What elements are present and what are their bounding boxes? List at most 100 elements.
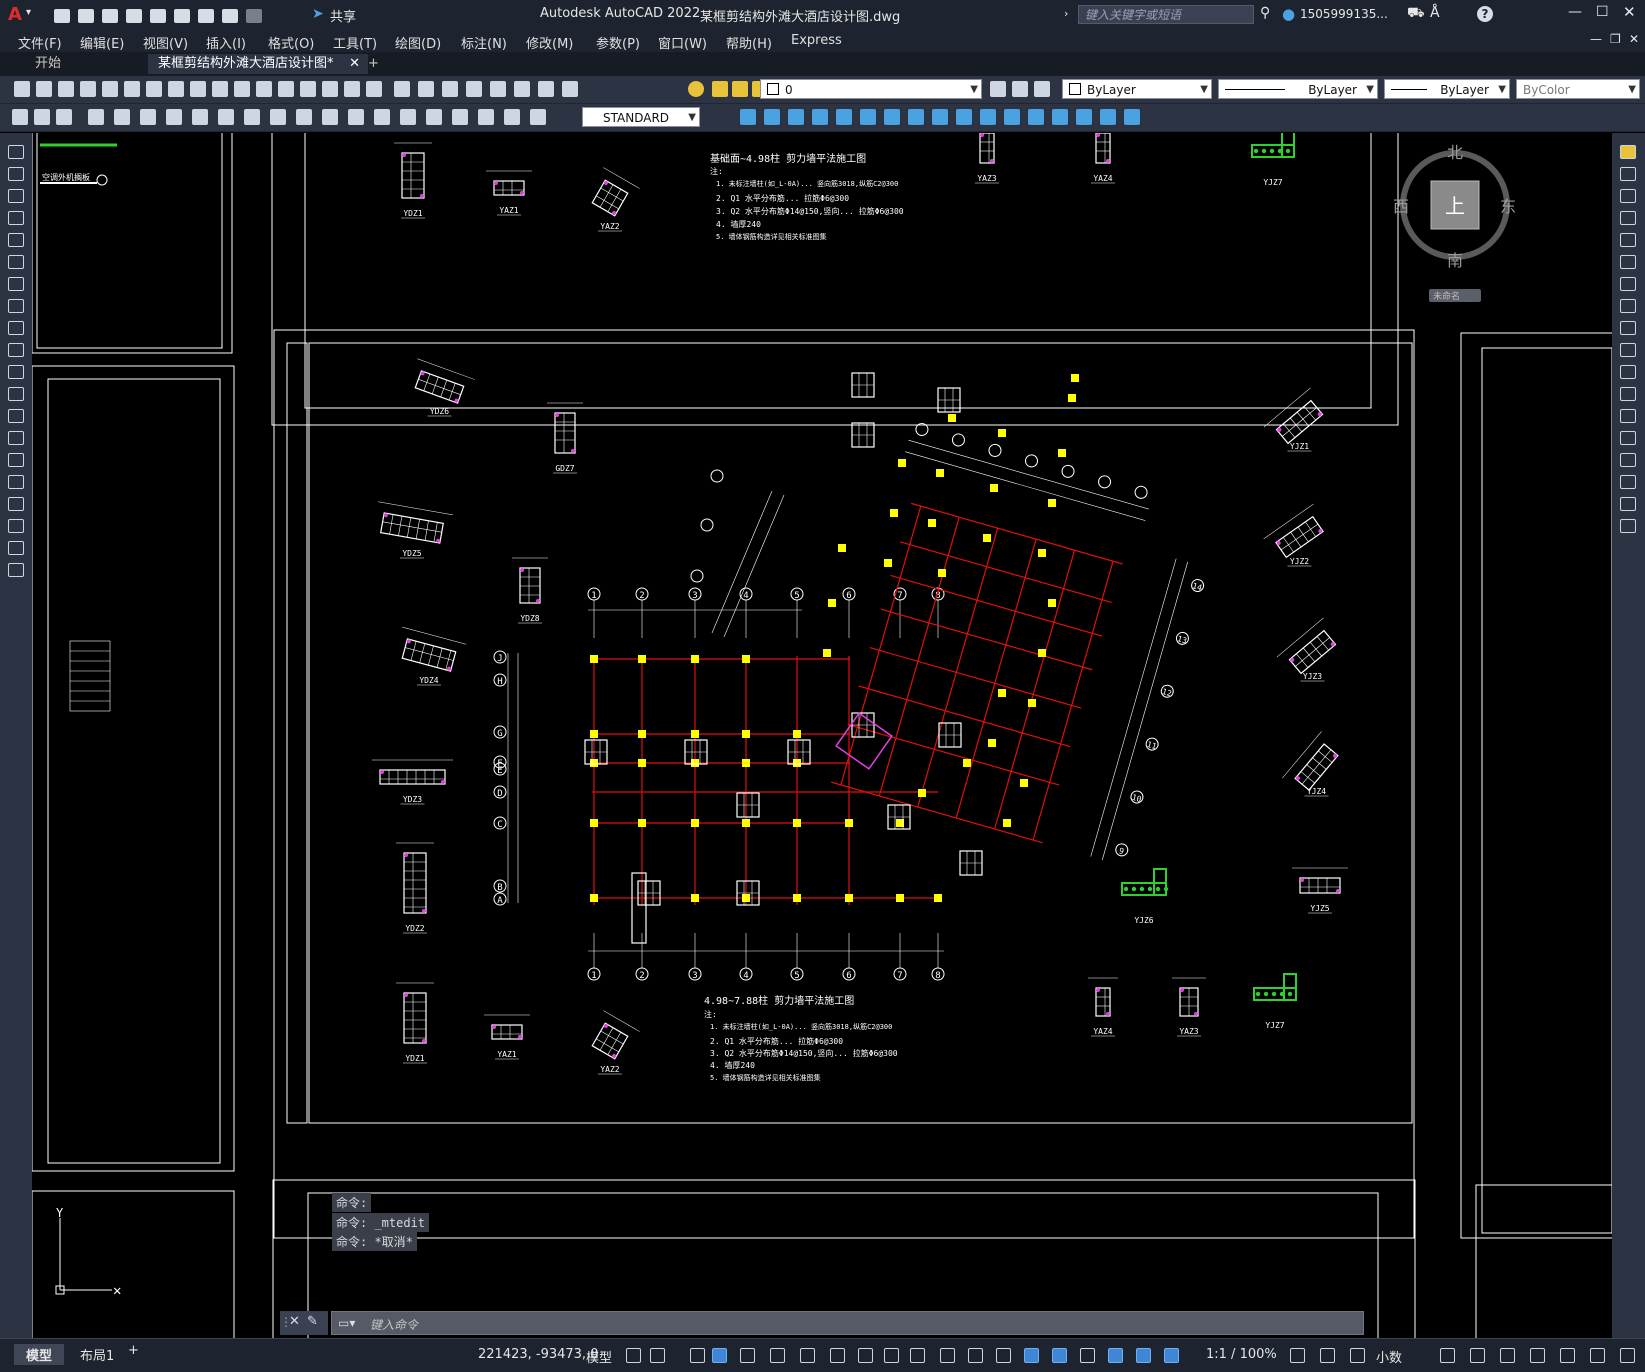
view-tool-icon[interactable] [562, 81, 578, 97]
close-icon[interactable]: ✕ [1623, 3, 1636, 21]
autodesk-account-icon[interactable]: Å [1430, 5, 1440, 21]
menu-help[interactable]: 帮助(H) [726, 33, 772, 52]
status-toggle-icon[interactable] [650, 1348, 665, 1363]
modify-tool-icon[interactable] [1620, 167, 1636, 181]
view-tool-icon[interactable] [394, 81, 410, 97]
modify-tool-icon[interactable] [1076, 109, 1092, 125]
modify-tool-icon[interactable] [1004, 109, 1020, 125]
doc-restore-icon[interactable]: ❐ [1610, 32, 1621, 46]
draw-tool-icon[interactable] [8, 167, 24, 181]
dimension-tool-icon[interactable] [504, 109, 520, 125]
status-toggle-icon[interactable] [940, 1348, 955, 1363]
standard-tool-icon[interactable] [146, 81, 162, 97]
search-icon[interactable]: ⚲ [1260, 5, 1270, 21]
standard-tool-icon[interactable] [256, 81, 272, 97]
layer-tool-icon[interactable] [732, 81, 748, 97]
modify-tool-icon[interactable] [1052, 109, 1068, 125]
modify-tool-icon[interactable] [1100, 109, 1116, 125]
share-button[interactable]: 共享 [330, 6, 356, 25]
plot-icon[interactable] [198, 9, 214, 23]
status-toggle-icon[interactable] [1108, 1348, 1123, 1363]
standard-tool-icon[interactable] [58, 81, 74, 97]
status-toggle-icon[interactable] [830, 1348, 845, 1363]
modify-tool-icon[interactable] [1620, 189, 1636, 203]
draw-tool-icon[interactable] [8, 343, 24, 357]
units-setting[interactable]: 小数 [1376, 1347, 1402, 1366]
menu-edit[interactable]: 编辑(E) [80, 33, 124, 52]
tab-model[interactable]: 模型 [14, 1344, 65, 1365]
modify-tool-icon[interactable] [1620, 255, 1636, 269]
status-toggle-icon[interactable] [1136, 1348, 1151, 1363]
menu-format[interactable]: 格式(O) [268, 33, 314, 52]
modify-tool-icon[interactable] [908, 109, 924, 125]
viewcube-wcs[interactable]: 未命名 [1433, 290, 1460, 302]
text-tool-icon[interactable] [12, 109, 28, 125]
dimension-tool-icon[interactable] [270, 109, 286, 125]
status-toggle-icon[interactable] [1560, 1348, 1575, 1363]
draw-tool-icon[interactable] [8, 453, 24, 467]
standard-tool-icon[interactable] [344, 81, 360, 97]
status-toggle-icon[interactable] [858, 1348, 873, 1363]
modify-tool-icon[interactable] [1620, 519, 1636, 533]
user-icon[interactable]: ● [1282, 5, 1295, 23]
status-toggle-icon[interactable] [1320, 1348, 1335, 1363]
layer-state-icon[interactable] [688, 81, 704, 97]
status-toggle-icon[interactable] [884, 1348, 899, 1363]
menu-file[interactable]: 文件(F) [18, 33, 62, 52]
dimension-tool-icon[interactable] [244, 109, 260, 125]
modify-tool-icon[interactable] [1620, 453, 1636, 467]
drawing-canvas[interactable]: 1 1 2 2 3 3 4 4 5 5 6 6 7 7 8 8 J H G F E D C B A 14 13 12 11 10 9 YDZ… [32, 133, 1612, 1338]
modify-tool-icon[interactable] [1124, 109, 1140, 125]
status-toggle-icon[interactable] [1024, 1348, 1039, 1363]
modify-tool-icon[interactable] [1620, 497, 1636, 511]
cart-icon[interactable]: ⛟ [1407, 5, 1425, 23]
menu-draw[interactable]: 绘图(D) [395, 33, 441, 52]
draw-tool-icon[interactable] [8, 475, 24, 489]
layer-tools-tool-icon[interactable] [990, 81, 1006, 97]
menu-parametric[interactable]: 参数(P) [596, 33, 640, 52]
modify-tool-icon[interactable] [1620, 387, 1636, 401]
layer-tools-tool-icon[interactable] [1012, 81, 1028, 97]
draw-tool-icon[interactable] [8, 431, 24, 445]
undo-icon[interactable] [222, 9, 238, 23]
standard-tool-icon[interactable] [102, 81, 118, 97]
modify-tool-icon[interactable] [1620, 475, 1636, 489]
dimension-tool-icon[interactable] [140, 109, 156, 125]
linetype-select[interactable]: ByLayer ▼ [1218, 79, 1378, 99]
dimension-tool-icon[interactable] [348, 109, 364, 125]
menu-view[interactable]: 视图(V) [143, 33, 188, 52]
dimension-tool-icon[interactable] [88, 109, 104, 125]
share-icon[interactable]: ➤ [312, 6, 324, 22]
menu-dimension[interactable]: 标注(N) [461, 33, 507, 52]
status-toggle-icon[interactable] [626, 1348, 641, 1363]
status-toggle-icon[interactable] [1440, 1348, 1455, 1363]
draw-tool-icon[interactable] [8, 519, 24, 533]
modify-tool-icon[interactable] [740, 109, 756, 125]
draw-tool-icon[interactable] [8, 563, 24, 577]
view-tool-icon[interactable] [514, 81, 530, 97]
status-toggle-icon[interactable] [1080, 1348, 1095, 1363]
status-toggle-icon[interactable] [770, 1348, 785, 1363]
standard-tool-icon[interactable] [212, 81, 228, 97]
dimension-tool-icon[interactable] [374, 109, 390, 125]
dimension-tool-icon[interactable] [530, 109, 546, 125]
modify-tool-icon[interactable] [884, 109, 900, 125]
redo-icon[interactable] [246, 9, 262, 23]
draw-tool-icon[interactable] [8, 321, 24, 335]
modify-tool-icon[interactable] [1620, 233, 1636, 247]
dimension-tool-icon[interactable] [426, 109, 442, 125]
dimension-tool-icon[interactable] [114, 109, 130, 125]
tab-document[interactable]: 某框剪结构外滩大酒店设计图* ✕ [148, 54, 368, 74]
draw-tool-icon[interactable] [8, 409, 24, 423]
modify-tool-icon[interactable] [1620, 343, 1636, 357]
modify-tool-icon[interactable] [1028, 109, 1044, 125]
new-icon[interactable] [54, 9, 70, 23]
dimension-tool-icon[interactable] [452, 109, 468, 125]
status-toggle-icon[interactable] [968, 1348, 983, 1363]
dimension-tool-icon[interactable] [478, 109, 494, 125]
modify-tool-icon[interactable] [788, 109, 804, 125]
modify-tool-icon[interactable] [1620, 299, 1636, 313]
modify-tool-icon[interactable] [1620, 409, 1636, 423]
standard-tool-icon[interactable] [366, 81, 382, 97]
save-icon[interactable] [102, 9, 118, 23]
